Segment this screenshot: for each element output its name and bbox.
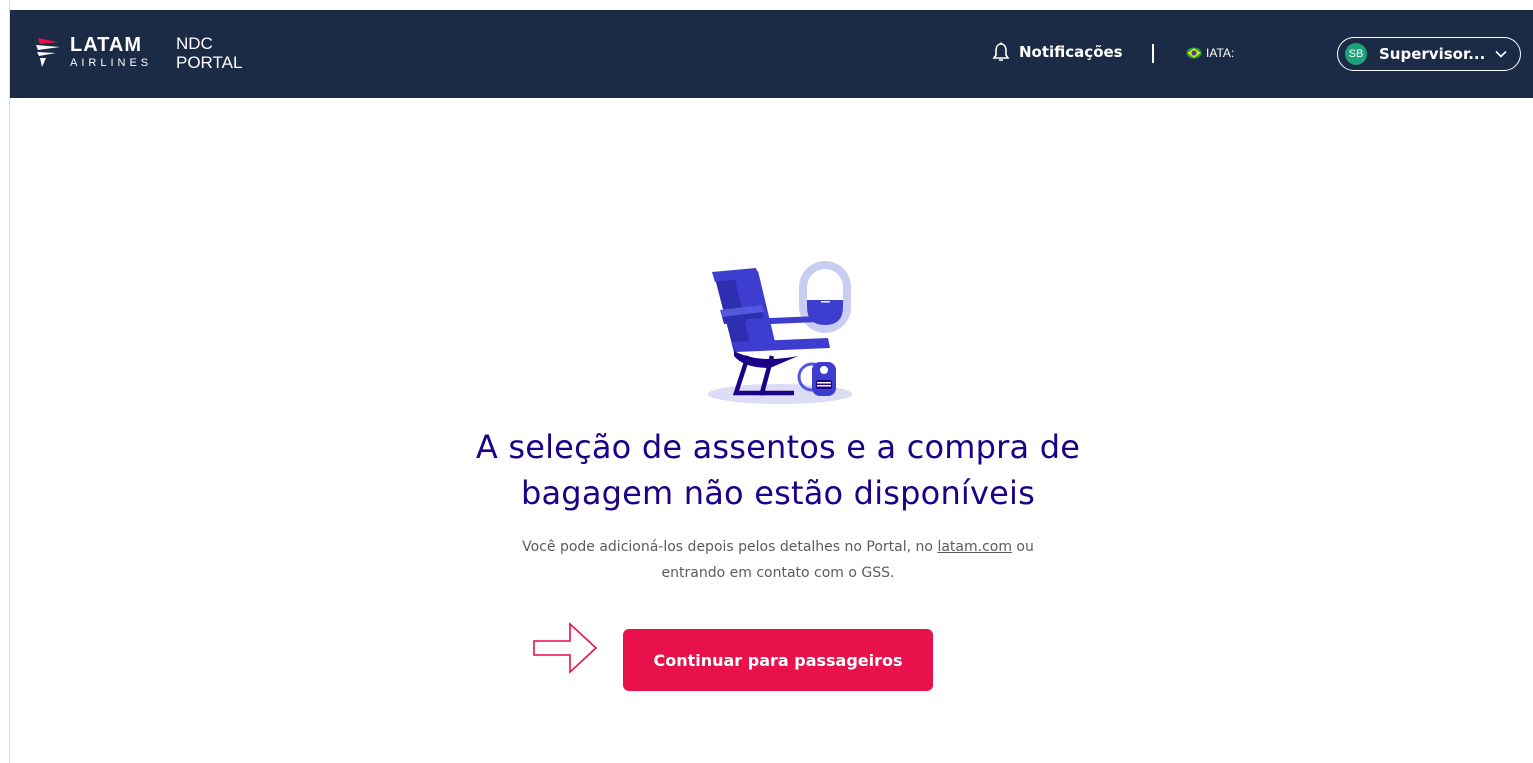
latam-logo-icon <box>36 38 60 67</box>
description-text-3: entrando em contato com o GSS. <box>661 565 895 581</box>
brazil-flag-icon <box>1186 47 1202 59</box>
iata-indicator: IATA: <box>1186 46 1234 60</box>
bell-icon <box>992 42 1010 61</box>
brand-subtitle: AIRLINES <box>70 57 153 69</box>
window-frame-left <box>0 0 10 763</box>
page-description: Você pode adicioná-los depois pelos deta… <box>470 534 1086 586</box>
header-divider <box>1152 44 1154 63</box>
arrow-right-icon <box>533 622 598 674</box>
notifications-button[interactable]: Notificações <box>992 42 1123 62</box>
latam-logo[interactable]: LATAM AIRLINES <box>34 34 152 70</box>
window-frame-top <box>0 0 1533 10</box>
chevron-down-icon <box>1495 50 1507 58</box>
brand-name: LATAM <box>70 34 143 56</box>
portal-line-2: PORTAL <box>176 53 243 72</box>
avatar: SB <box>1345 43 1367 65</box>
title-line-1: A seleção de assentos e a compra de <box>475 428 1081 466</box>
airplane-seat-illustration <box>708 261 852 404</box>
portal-line-1: NDC <box>176 34 213 53</box>
user-name: Supervisor... <box>1379 45 1486 63</box>
portal-name: NDC PORTAL <box>176 34 242 72</box>
notifications-label: Notificações <box>1019 43 1123 61</box>
title-line-2: bagagem não estão disponíveis <box>520 474 1036 512</box>
page-title: A seleção de assentos e a compra de baga… <box>430 424 1126 516</box>
latam-com-link[interactable]: latam.com <box>937 539 1012 555</box>
iata-label: IATA: <box>1206 46 1235 60</box>
top-navigation-bar: LATAM AIRLINES NDC PORTAL Notificações I… <box>10 10 1533 98</box>
description-text-2: ou <box>1011 539 1034 555</box>
continue-to-passengers-button[interactable]: Continuar para passageiros <box>623 629 933 691</box>
description-text-1: Você pode adicioná-los depois pelos deta… <box>522 539 938 555</box>
user-menu-button[interactable]: SB Supervisor... <box>1337 37 1521 71</box>
